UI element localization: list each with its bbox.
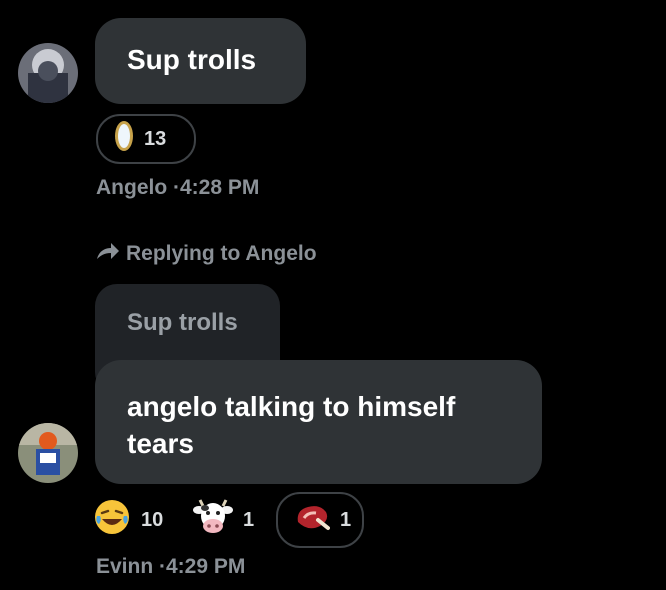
message-bubble-angelo[interactable]: Sup trolls — [95, 18, 306, 104]
message-text: angelo talking to himself tears — [127, 391, 456, 459]
avatar-angelo[interactable] — [18, 43, 78, 103]
avatar-evinn[interactable] — [18, 423, 78, 483]
cow-emoji-icon — [193, 498, 233, 542]
reply-arrow-icon — [96, 242, 120, 266]
message-meta: Angelo ·4:28 PM — [96, 176, 260, 199]
reaction-count: 1 — [243, 508, 255, 531]
replying-to-text: Replying to Angelo — [126, 242, 317, 265]
reaction-laughing[interactable]: 10 — [93, 498, 163, 542]
message-text: Sup trolls — [127, 44, 257, 75]
reaction-count: 1 — [340, 508, 352, 531]
quoted-text: Sup trolls — [127, 309, 238, 336]
replying-to-label[interactable]: Replying to Angelo — [96, 242, 317, 266]
message-meta: Evinn ·4:29 PM — [96, 555, 246, 578]
reaction-mirror[interactable]: 13 — [96, 114, 196, 164]
message-bubble-evinn[interactable]: angelo talking to himself tears — [95, 360, 542, 484]
reaction-steak[interactable]: 1 — [276, 492, 364, 548]
reaction-cow[interactable]: 1 — [193, 498, 254, 542]
reaction-count: 10 — [141, 508, 164, 531]
reaction-count: 13 — [144, 127, 167, 150]
steak-emoji-icon — [294, 502, 330, 538]
laughing-emoji-icon — [93, 498, 131, 542]
mirror-icon — [114, 119, 134, 159]
